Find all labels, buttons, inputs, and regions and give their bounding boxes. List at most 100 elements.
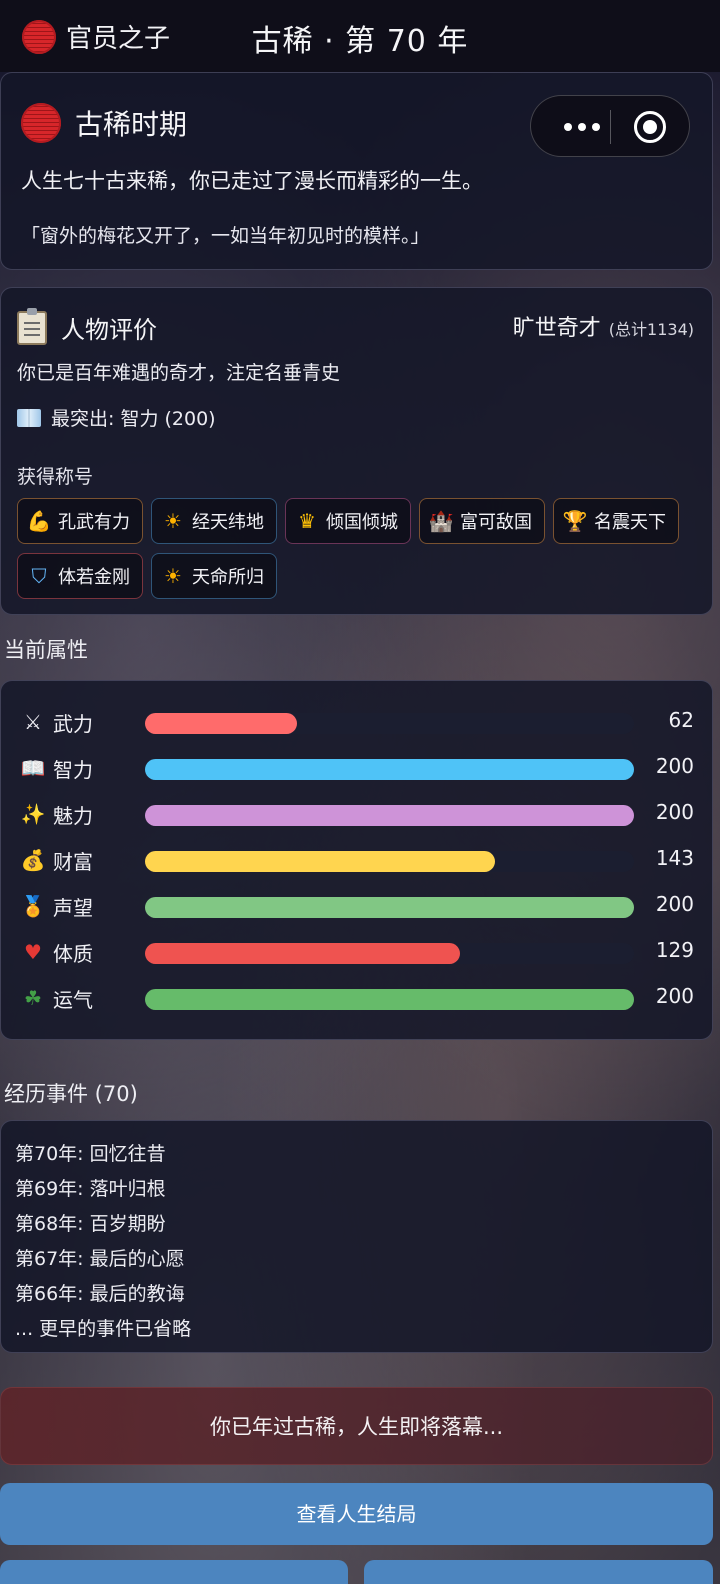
attribute-row: 🏅 声望 200 [19, 891, 699, 921]
attribute-name: 声望 [53, 895, 93, 920]
attributes-card: ⚔ 武力 62 📖 智力 200 ✨ 魅力 200 💰 财富 143 🏅 声望 … [0, 680, 713, 1040]
attribute-name: 运气 [53, 987, 93, 1012]
attribute-bar [145, 943, 634, 964]
attribute-value: 200 [655, 892, 694, 916]
attribute-row: ⚔ 武力 62 [19, 707, 699, 737]
attribute-bar [145, 989, 634, 1010]
stage-title: 古稀时期 [75, 108, 188, 141]
best-attribute: 最突出: 智力 (200) [17, 404, 216, 431]
open-book-icon [17, 408, 41, 427]
title-badges: 💪 孔武有力 ☀ 经天纬地 ♛ 倾国倾城 🏰 富可敌国 🏆 名震天下 ⛉ 体若金… [17, 498, 697, 599]
castle-icon: 🏰 [428, 509, 454, 533]
evaluation-header: 人物评价 [17, 307, 157, 345]
top-bar: 官员之子 古稀 · 第 70 年 [0, 0, 720, 72]
evaluation-card: 人物评价 旷世奇才 (总计1134) 你已是百年难遇的奇才，注定名垂青史 最突出:… [0, 287, 713, 615]
badge-label: 名震天下 [594, 512, 666, 533]
attribute-row: ✨ 魅力 200 [19, 799, 699, 829]
badge-label: 孔武有力 [58, 512, 130, 533]
sun-icon: ☀ [164, 509, 182, 533]
view-ending-button[interactable]: 查看人生结局 [0, 1483, 713, 1545]
evaluation-description: 你已是百年难遇的奇才，注定名垂青史 [17, 362, 341, 384]
attribute-bar [145, 805, 634, 826]
event-item: ... 更早的事件已省略 [15, 1318, 192, 1340]
more-options-icon[interactable] [553, 114, 611, 140]
attribute-bar [145, 759, 634, 780]
attribute-value: 200 [655, 800, 694, 824]
badge-label: 经天纬地 [192, 512, 264, 533]
attribute-value: 200 [655, 754, 694, 778]
attribute-bar [145, 851, 634, 872]
attribute-row: ☘ 运气 200 [19, 983, 699, 1013]
attribute-bar-fill [145, 713, 297, 734]
stage-header: 古稀时期 [21, 103, 187, 143]
secondary-button-left[interactable] [0, 1560, 348, 1584]
event-item: 第67年: 最后的心愿 [15, 1248, 185, 1270]
attribute-row: ♥ 体质 129 [19, 937, 699, 967]
rank-label: 旷世奇才 [512, 316, 601, 341]
page-title: 古稀 · 第 70 年 [251, 24, 469, 59]
attribute-name: 体质 [53, 941, 93, 966]
stage-text: 人生七十古来稀，你已走过了漫长而精彩的一生。 [21, 169, 483, 193]
attribute-value: 129 [655, 938, 694, 962]
attribute-name: 财富 [53, 849, 93, 874]
attribute-row: 💰 财富 143 [19, 845, 699, 875]
badge-label: 倾国倾城 [326, 512, 398, 533]
attribute-value: 62 [668, 708, 694, 732]
attribute-name: 魅力 [53, 803, 93, 828]
lantern-icon [21, 103, 61, 143]
trophy-icon: 🏆 [562, 509, 588, 533]
heart-icon: ♥ [24, 940, 42, 964]
title-badge: 🏆 名震天下 [553, 498, 679, 544]
attribute-name: 智力 [53, 757, 93, 782]
events-card: 第70年: 回忆往昔 第69年: 落叶归根 第68年: 百岁期盼 第67年: 最… [0, 1120, 713, 1353]
titles-label: 获得称号 [17, 466, 94, 488]
attribute-name: 武力 [53, 711, 93, 736]
attribute-row: 📖 智力 200 [19, 753, 699, 783]
attribute-value: 200 [655, 984, 694, 1008]
life-notice: 你已年过古稀，人生即将落幕... [0, 1387, 713, 1465]
event-item: 第68年: 百岁期盼 [15, 1213, 166, 1235]
capsule-divider [610, 110, 611, 144]
clipboard-icon [17, 307, 47, 345]
attribute-bar-fill [145, 989, 634, 1010]
crown-icon: ♛ [298, 509, 316, 533]
evaluation-title: 人物评价 [61, 316, 157, 344]
event-item: 第70年: 回忆往昔 [15, 1143, 166, 1165]
four-leaf-clover-icon: ☘ [24, 986, 42, 1010]
attribute-bar-fill [145, 805, 634, 826]
total-score: (总计1134) [608, 320, 694, 339]
event-item: 第69年: 落叶归根 [15, 1178, 166, 1200]
stage-card: 古稀时期 人生七十古来稀，你已走过了漫长而精彩的一生。 「窗外的梅花又开了，一如… [0, 72, 713, 270]
evaluation-rank: 旷世奇才 (总计1134) [513, 310, 694, 342]
title-badge: ☀ 经天纬地 [151, 498, 277, 544]
attributes-section-title: 当前属性 [4, 638, 88, 662]
attribute-bar [145, 713, 634, 734]
attribute-bar-fill [145, 943, 461, 964]
title-badge: 💪 孔武有力 [17, 498, 143, 544]
best-attribute-text: 最突出: 智力 (200) [51, 408, 216, 430]
close-miniprogram-icon[interactable] [634, 111, 666, 143]
medal-icon: 🏅 [20, 894, 46, 918]
event-item: 第66年: 最后的教诲 [15, 1283, 185, 1305]
title-badge: ♛ 倾国倾城 [285, 498, 411, 544]
title-badge: ☀ 天命所归 [151, 553, 277, 599]
events-section-title: 经历事件 (70) [4, 1082, 138, 1106]
money-bag-icon: 💰 [20, 848, 46, 872]
shield-icon: ⛉ [31, 564, 47, 588]
sun-icon: ☀ [164, 564, 182, 588]
attribute-bar-fill [145, 759, 634, 780]
secondary-button-right[interactable] [364, 1560, 713, 1584]
crossed-swords-icon: ⚔ [24, 710, 42, 734]
miniprogram-capsule [530, 95, 690, 157]
title-badge: 🏰 富可敌国 [419, 498, 545, 544]
attribute-value: 143 [655, 846, 694, 870]
sparkles-icon: ✨ [20, 802, 46, 826]
attribute-bar [145, 897, 634, 918]
open-book-icon: 📖 [20, 756, 46, 780]
attribute-bar-fill [145, 897, 634, 918]
badge-label: 天命所归 [192, 567, 264, 588]
badge-label: 体若金刚 [58, 567, 130, 588]
flexed-biceps-icon: 💪 [26, 509, 52, 533]
stage-quote: 「窗外的梅花又开了，一如当年初见时的模样。」 [21, 225, 430, 247]
attribute-bar-fill [145, 851, 495, 872]
